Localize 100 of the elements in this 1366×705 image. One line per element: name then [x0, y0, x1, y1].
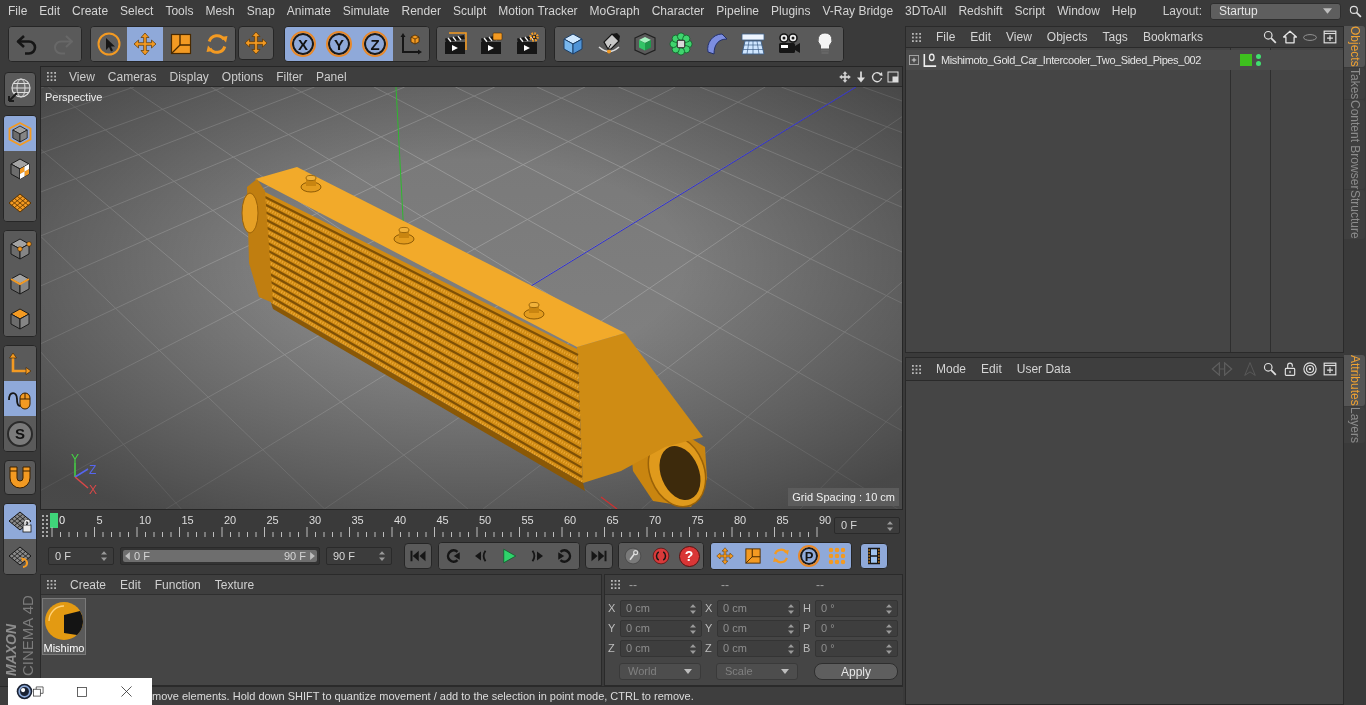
axis-letter: X [608, 601, 617, 617]
menu-item[interactable]: Sculpt [452, 2, 487, 20]
move-tool-button[interactable] [238, 26, 274, 60]
menu-item[interactable]: Edit [39, 2, 61, 20]
parameter-key-button[interactable]: P [795, 543, 823, 569]
menu-item[interactable]: Texture [214, 575, 255, 594]
axis-lock-button[interactable]: X [285, 27, 321, 61]
pan-arrows-icon[interactable] [839, 70, 851, 83]
go-to-end-button[interactable] [585, 543, 613, 569]
orbit-icon[interactable] [871, 70, 883, 83]
menu-item[interactable]: Simulate [342, 2, 390, 20]
film-strip-button[interactable] [860, 543, 888, 569]
layout-label: Layout: [1162, 3, 1202, 20]
axis-letter: Y [608, 621, 617, 637]
globe-tool-button[interactable] [4, 72, 36, 107]
axis-letter: Y [705, 621, 714, 637]
start-frame-field[interactable]: 0 F [48, 547, 114, 565]
locked-workplane-button[interactable] [4, 504, 36, 539]
menu-item[interactable]: Mesh [205, 2, 235, 20]
plus-square-icon[interactable] [1323, 30, 1337, 44]
menu-item[interactable]: Function [154, 575, 201, 594]
menu-item[interactable]: File [936, 28, 956, 46]
menu-item[interactable]: Cameras [107, 67, 157, 86]
search-icon[interactable] [1263, 30, 1277, 44]
menu-item[interactable]: Edit [981, 360, 1002, 378]
menu-item[interactable]: Create [72, 2, 109, 20]
material-name: Mishimo [43, 642, 85, 654]
menu-item[interactable]: Window [1057, 2, 1100, 20]
snapping-button[interactable] [4, 460, 36, 495]
minimized-window[interactable] [8, 678, 152, 705]
go-to-start-button[interactable] [404, 543, 432, 569]
menu-item[interactable]: Animate [286, 2, 331, 20]
plus-square-icon[interactable] [1323, 362, 1337, 376]
axis-lock-button[interactable]: Z [357, 27, 393, 61]
menu-item[interactable]: User Data [1016, 360, 1071, 378]
menu-item[interactable]: Display [169, 67, 209, 86]
next-key-icon [556, 547, 574, 565]
clapperboard-frame-icon [443, 32, 467, 56]
target-icon[interactable] [1303, 362, 1317, 376]
move-arrows-icon [716, 547, 734, 565]
side-tab[interactable]: Objects [1344, 26, 1365, 67]
restore-icon[interactable] [33, 686, 44, 697]
close-icon[interactable] [121, 686, 132, 697]
rotate-arrows-icon [772, 547, 790, 565]
cube-face-icon [8, 306, 32, 331]
menu-item[interactable]: Redshift [958, 2, 1003, 20]
menu-item[interactable]: Panel [315, 67, 347, 86]
model-mode-button[interactable] [4, 116, 36, 151]
menu-item[interactable]: MoGraph [589, 2, 640, 20]
home-icon[interactable] [1283, 30, 1297, 44]
menu-item[interactable]: Snap [246, 2, 275, 20]
menu-item[interactable]: Render [401, 2, 441, 20]
oval-icon[interactable] [1303, 33, 1317, 41]
menu-item[interactable]: Tags [1102, 28, 1128, 46]
object-row[interactable]: Mishimoto_Gold_Car_Intercooler_Two_Sided_Pipes_002 [906, 50, 1343, 70]
menu-item[interactable]: Options [221, 67, 264, 86]
menu-item[interactable]: Mode [936, 360, 967, 378]
menu-item[interactable]: Help [1111, 2, 1137, 20]
app-logo-icon[interactable] [16, 683, 33, 700]
frame-range-track[interactable]: 0 F 90 F [120, 547, 320, 565]
current-frame-marker[interactable] [50, 512, 58, 528]
axis-label: Z [89, 463, 97, 477]
search-icon[interactable] [1263, 362, 1277, 376]
object-name[interactable]: Mishimoto_Gold_Car_Intercooler_Two_Sided_Pipes_002 [941, 51, 1232, 69]
menu-item[interactable]: Motion Tracker [498, 2, 578, 20]
layout-dropdown[interactable]: Startup [1210, 2, 1341, 20]
current-frame-field[interactable]: 0 F [834, 517, 900, 534]
spinner-icon [690, 603, 696, 614]
frame-number: 40 [394, 512, 407, 528]
side-tab[interactable]: Attributes [1344, 355, 1365, 406]
menu-item[interactable]: Select [120, 2, 154, 20]
grip-icon [47, 72, 56, 81]
menu-item[interactable]: Bookmarks [1142, 28, 1203, 46]
maximize-icon[interactable] [77, 686, 87, 697]
menu-item[interactable]: Objects [1046, 28, 1088, 46]
apply-button[interactable]: Apply [814, 663, 898, 680]
zoom-arrow-icon[interactable] [855, 70, 867, 83]
menu-item[interactable]: View [69, 67, 95, 86]
padlock-icon[interactable] [1283, 362, 1297, 376]
menu-item[interactable]: Filter [276, 67, 303, 86]
tweak-mode-button[interactable] [4, 381, 36, 416]
end-frame-field[interactable]: 90 F [326, 547, 392, 565]
menu-item[interactable]: Script [1014, 2, 1046, 20]
menu-item[interactable]: V-Ray Bridge [822, 2, 894, 20]
material-thumbnail[interactable]: Mishimo [42, 598, 86, 655]
expand-plus-icon[interactable] [909, 55, 919, 65]
menu-item[interactable]: Edit [120, 575, 141, 594]
panel-toggle-icon[interactable] [887, 70, 899, 83]
menu-item[interactable]: Plugins [771, 2, 811, 20]
menu-item[interactable]: View [1006, 28, 1032, 46]
menu-item[interactable]: Pipeline [716, 2, 760, 20]
frame-number: 5 [96, 512, 103, 528]
menu-item[interactable]: Character [651, 2, 705, 20]
menu-item[interactable]: Tools [165, 2, 194, 20]
menu-item[interactable]: Create [70, 575, 107, 594]
axis-lock-button[interactable]: Y [321, 27, 357, 61]
menu-item[interactable]: 3DToAll [905, 2, 947, 20]
menu-item[interactable]: Edit [970, 28, 992, 46]
status-text: move elements. Hold down SHIFT to quantize movement / add to the selection in point mode, CTRL to remove. [152, 688, 694, 704]
menu-item[interactable]: File [8, 2, 28, 20]
